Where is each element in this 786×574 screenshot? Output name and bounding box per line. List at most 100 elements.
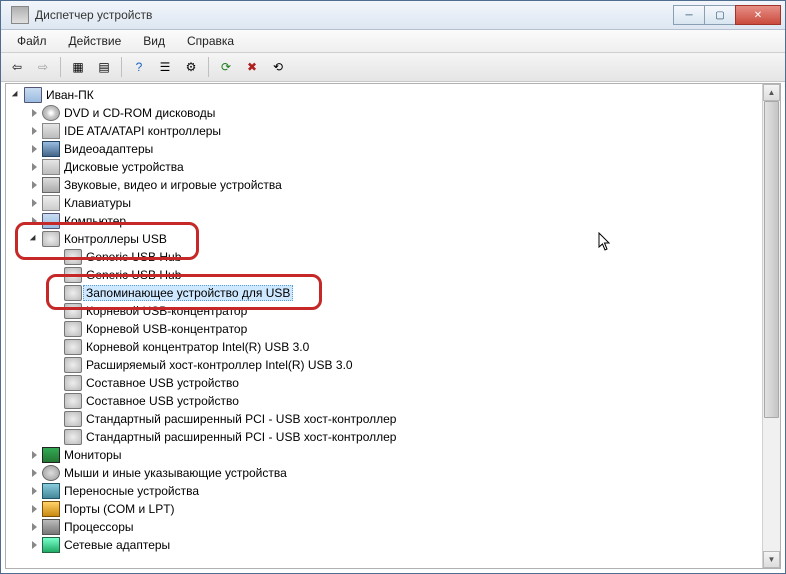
tree-category-usb[interactable]: Контроллеры USB [6,230,763,248]
scroll-down-button[interactable]: ▼ [763,551,780,568]
usb-icon [64,339,82,355]
maximize-button[interactable]: ▢ [704,5,736,25]
toolbar-back-button[interactable]: ⇦ [5,55,29,79]
tree-panel: Иван-ПК DVD и CD-ROM дисководы IDE ATA/A… [5,83,781,569]
tree-category-cpu[interactable]: Процессоры [6,518,763,536]
tree-label: Запоминающее устройство для USB [83,285,293,301]
expander-icon[interactable] [28,161,40,173]
expander-icon[interactable] [28,143,40,155]
tree-item-usb-pci2[interactable]: Стандартный расширенный PCI - USB хост-к… [6,428,763,446]
expander-none [50,305,62,317]
tree-item-usb-root-intel[interactable]: Корневой концентратор Intel(R) USB 3.0 [6,338,763,356]
expander-none [50,359,62,371]
tree-item-usb-generic1[interactable]: Generic USB Hub [6,248,763,266]
toolbar-scan-button[interactable]: ⟲ [266,55,290,79]
expander-icon[interactable] [28,503,40,515]
menu-view[interactable]: Вид [133,32,175,50]
scroll-up-button[interactable]: ▲ [763,84,780,101]
scroll-track[interactable] [763,101,780,551]
tree-item-usb-root2[interactable]: Корневой USB-концентратор [6,320,763,338]
toolbar-settings-button[interactable]: ⚙ [179,55,203,79]
tree-item-usb-ext-host[interactable]: Расширяемый хост-контроллер Intel(R) USB… [6,356,763,374]
tree-label: Порты (COM и LPT) [64,502,175,516]
expander-icon[interactable] [28,233,40,245]
settings-icon: ⚙ [186,60,197,74]
toolbar: ⇦ ⇨ ▦ ▤ ? ☰ ⚙ ⟳ ✖ ⟲ [1,53,785,82]
tree-category-net[interactable]: Сетевые адаптеры [6,536,763,554]
tree-root[interactable]: Иван-ПК [6,86,763,104]
expander-icon[interactable] [28,107,40,119]
network-icon [42,537,60,553]
update-driver-icon: ⟳ [221,60,231,74]
toolbar-forward-button[interactable]: ⇨ [31,55,55,79]
titlebar[interactable]: Диспетчер устройств ─ ▢ ✕ [1,1,785,30]
expander-icon[interactable] [28,125,40,137]
tree-category-disk[interactable]: Дисковые устройства [6,158,763,176]
tree-category-audio[interactable]: Звуковые, видео и игровые устройства [6,176,763,194]
expander-icon[interactable] [28,485,40,497]
expander-none [50,341,62,353]
tree-item-usb-composite2[interactable]: Составное USB устройство [6,392,763,410]
tree-item-usb-storage[interactable]: Запоминающее устройство для USB [6,284,763,302]
tree-category-dvd[interactable]: DVD и CD-ROM дисководы [6,104,763,122]
tree-label: Иван-ПК [46,88,94,102]
tree-category-computer[interactable]: Компьютер [6,212,763,230]
tree-category-video[interactable]: Видеоадаптеры [6,140,763,158]
computer-icon [42,213,60,229]
tree-category-keyboard[interactable]: Клавиатуры [6,194,763,212]
device-tree[interactable]: Иван-ПК DVD и CD-ROM дисководы IDE ATA/A… [6,84,763,568]
toolbar-help-button[interactable]: ? [127,55,151,79]
toolbar-uninstall-button[interactable]: ✖ [240,55,264,79]
expander-none [50,431,62,443]
cd-icon [42,105,60,121]
tree-label: Стандартный расширенный PCI - USB хост-к… [86,430,396,444]
menu-file[interactable]: Файл [7,32,57,50]
expander-icon[interactable] [28,179,40,191]
app-icon [11,6,29,24]
toolbar-show-hide-button[interactable]: ▦ [66,55,90,79]
vertical-scrollbar[interactable]: ▲ ▼ [762,84,780,568]
expander-icon[interactable] [10,89,22,101]
tree-label: IDE ATA/ATAPI контроллеры [64,124,221,138]
expander-none [50,377,62,389]
expander-icon[interactable] [28,467,40,479]
tree-label: Generic USB Hub [86,250,181,264]
video-icon [42,141,60,157]
tree-label: Дисковые устройства [64,160,184,174]
expander-none [50,413,62,425]
tree-item-usb-composite1[interactable]: Составное USB устройство [6,374,763,392]
tree-item-usb-root1[interactable]: Корневой USB-концентратор [6,302,763,320]
tree-item-usb-generic2[interactable]: Generic USB Hub [6,266,763,284]
expander-icon[interactable] [28,521,40,533]
expander-icon[interactable] [28,449,40,461]
forward-arrow-icon: ⇨ [38,60,48,74]
tree-label: Стандартный расширенный PCI - USB хост-к… [86,412,396,426]
tree-label: Составное USB устройство [86,394,239,408]
expander-icon[interactable] [28,197,40,209]
tree-label: Корневой USB-концентратор [86,322,247,336]
detail-icon: ▤ [98,60,109,74]
tree-category-monitor[interactable]: Мониторы [6,446,763,464]
toolbar-detail-button[interactable]: ▤ [92,55,116,79]
uninstall-icon: ✖ [247,60,257,74]
expander-icon[interactable] [28,215,40,227]
expander-none [50,269,62,281]
minimize-button[interactable]: ─ [673,5,705,25]
tree-category-portable[interactable]: Переносные устройства [6,482,763,500]
tree-item-usb-pci1[interactable]: Стандартный расширенный PCI - USB хост-к… [6,410,763,428]
tree-category-ide[interactable]: IDE ATA/ATAPI контроллеры [6,122,763,140]
close-button[interactable]: ✕ [735,5,781,25]
toolbar-properties-button[interactable]: ☰ [153,55,177,79]
menubar: Файл Действие Вид Справка [1,30,785,53]
menu-action[interactable]: Действие [59,32,132,50]
expander-icon[interactable] [28,539,40,551]
audio-icon [42,177,60,193]
scroll-thumb[interactable] [764,101,779,418]
keyboard-icon [42,195,60,211]
tree-category-mouse[interactable]: Мыши и иные указывающие устройства [6,464,763,482]
menu-help[interactable]: Справка [177,32,244,50]
tree-category-ports[interactable]: Порты (COM и LPT) [6,500,763,518]
usb-icon [64,249,82,265]
portable-icon [42,483,60,499]
toolbar-update-button[interactable]: ⟳ [214,55,238,79]
